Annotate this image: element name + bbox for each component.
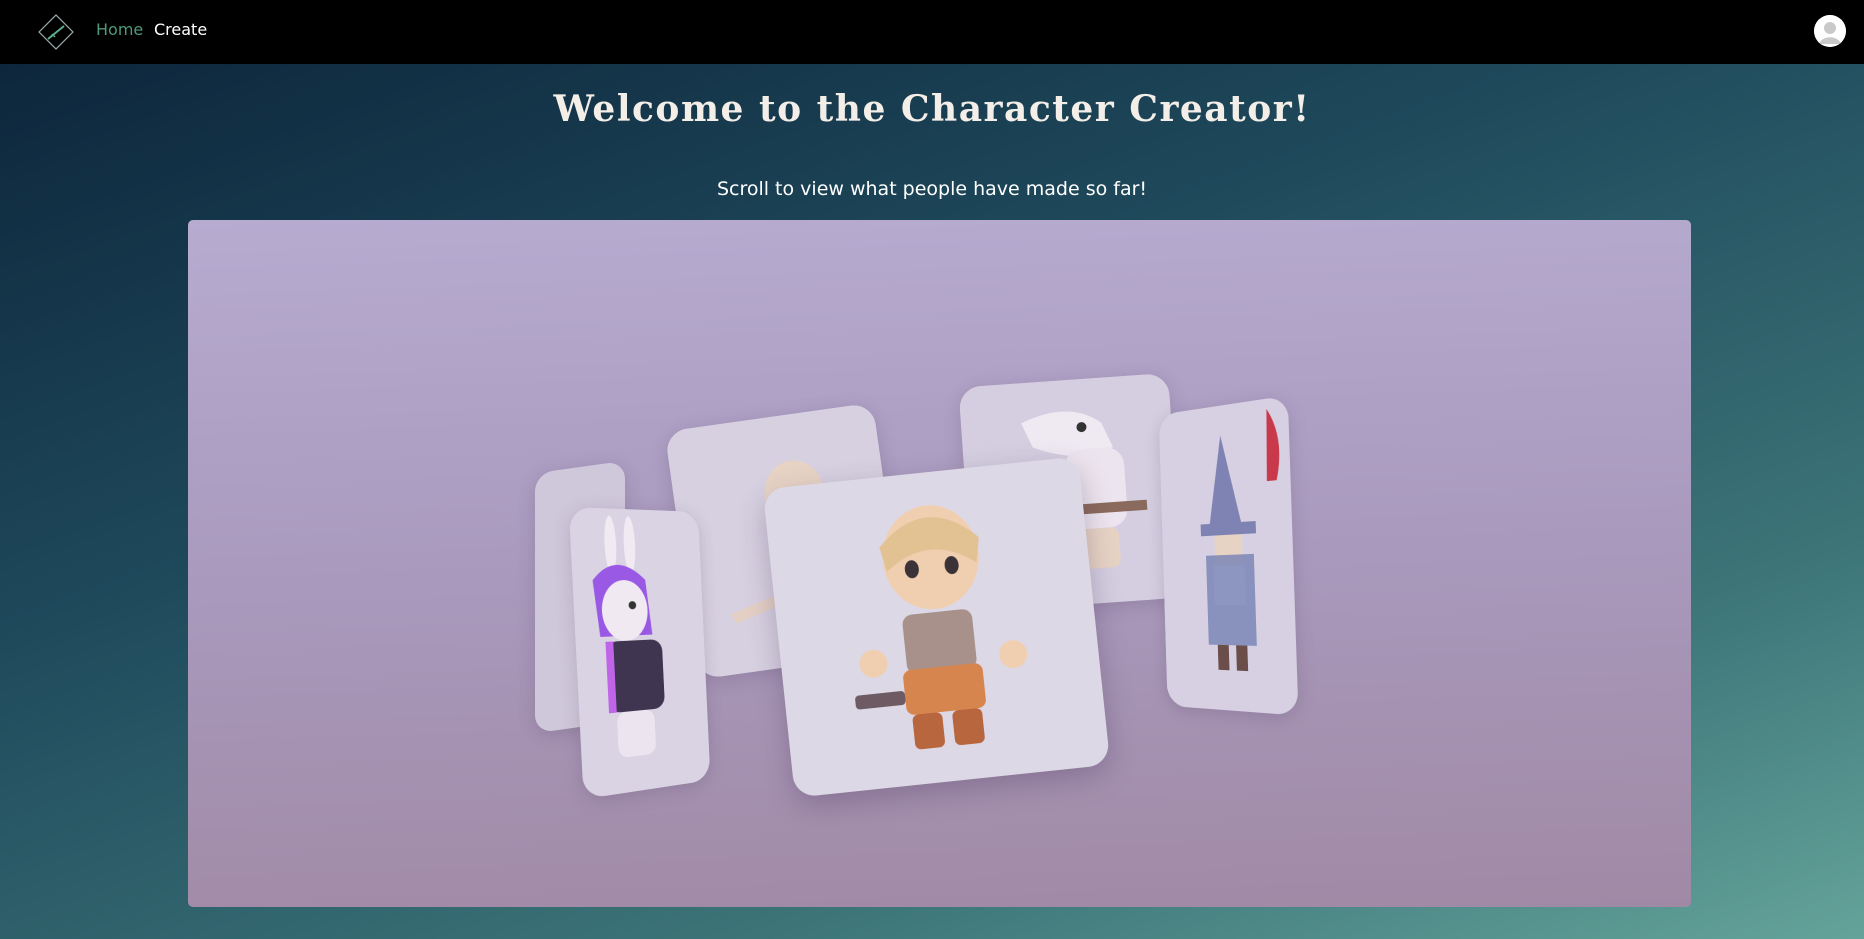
character-card-wizard[interactable] (1158, 395, 1299, 716)
user-avatar-icon[interactable] (1814, 15, 1846, 47)
top-navbar: Home Create (0, 0, 1864, 64)
nav-home-link[interactable]: Home (96, 20, 143, 39)
sword-logo-icon[interactable] (36, 12, 76, 52)
page-subtitle: Scroll to view what people have made so … (716, 178, 1148, 200)
page-title: Welcome to the Character Creator! (553, 88, 1311, 130)
character-card-barbarian[interactable] (762, 456, 1111, 798)
character-gallery-carousel[interactable] (188, 220, 1691, 907)
character-card-bunny[interactable] (568, 506, 711, 800)
nav-create-link[interactable]: Create (154, 20, 207, 39)
